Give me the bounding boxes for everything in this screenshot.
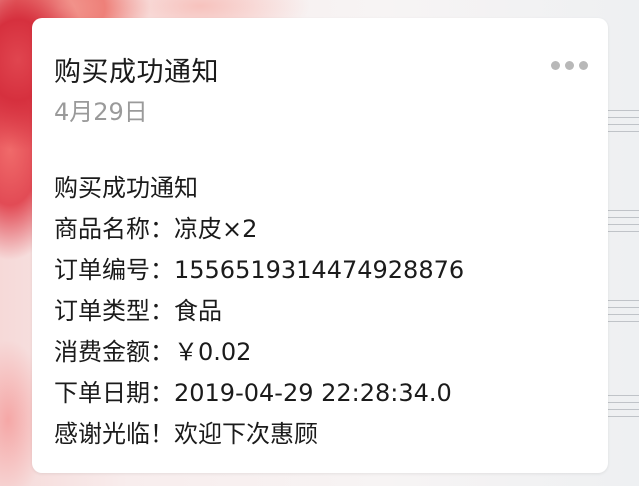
more-options-button[interactable]	[551, 61, 588, 70]
detail-label: 消费金额：	[54, 338, 174, 366]
notification-body: 购买成功通知 商品名称：凉皮×2 订单编号：155651931447492887…	[54, 168, 464, 455]
detail-value: ￥0.02	[174, 338, 252, 366]
notification-date: 4月29日	[54, 98, 148, 126]
detail-label: 商品名称：	[54, 215, 174, 243]
ellipsis-icon	[551, 61, 560, 70]
detail-row-order-date: 下单日期：2019-04-29 22:28:34.0	[54, 373, 464, 414]
detail-row-amount: 消费金额：￥0.02	[54, 332, 464, 373]
ellipsis-icon	[565, 61, 574, 70]
detail-row-product: 商品名称：凉皮×2	[54, 209, 464, 250]
notification-card[interactable]: 购买成功通知 4月29日 购买成功通知 商品名称：凉皮×2 订单编号：15565…	[32, 18, 608, 473]
detail-row-order-type: 订单类型：食品	[54, 291, 464, 332]
detail-value: 凉皮×2	[174, 215, 258, 243]
notification-title: 购买成功通知	[54, 57, 219, 88]
detail-label: 下单日期：	[54, 379, 174, 407]
message-heading: 购买成功通知	[54, 174, 198, 202]
detail-value: 食品	[174, 297, 222, 325]
detail-row-order-number: 订单编号：1556519314474928876	[54, 250, 464, 291]
detail-label: 订单类型：	[54, 297, 174, 325]
ellipsis-icon	[579, 61, 588, 70]
detail-value: 1556519314474928876	[174, 256, 465, 284]
detail-value: 2019-04-29 22:28:34.0	[174, 379, 452, 407]
detail-label: 订单编号：	[54, 256, 174, 284]
closing-message: 感谢光临！欢迎下次惠顾	[54, 420, 318, 448]
